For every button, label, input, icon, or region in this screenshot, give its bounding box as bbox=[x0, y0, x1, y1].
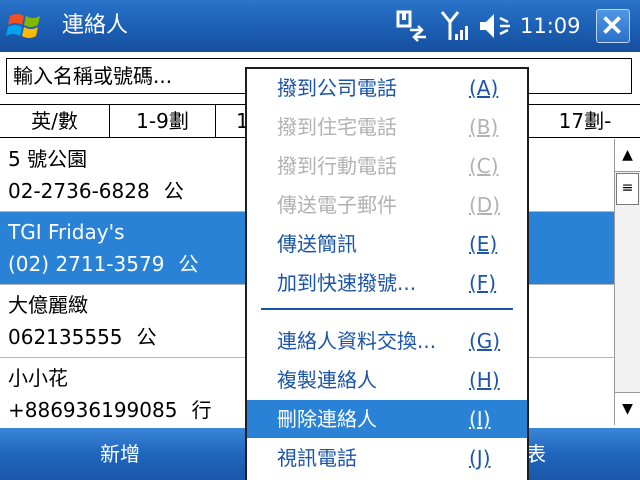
volume-icon[interactable] bbox=[478, 12, 512, 40]
windows-logo-icon[interactable] bbox=[6, 8, 46, 44]
tab-strokes-17-plus[interactable]: 17劃- bbox=[530, 105, 640, 137]
clock[interactable]: 11:09 bbox=[520, 10, 581, 42]
context-menu: 撥到公司電話 (A) 撥到住宅電話 (B) 撥到行動電話 (C) 傳送電子郵件 … bbox=[245, 67, 529, 480]
menu-item-delete-contact[interactable]: 刪除連絡人 (I) bbox=[247, 400, 527, 438]
scroll-down-button[interactable]: ▼ bbox=[615, 392, 640, 425]
scroll-thumb[interactable]: ≡ bbox=[616, 173, 639, 205]
menu-item-copy-contact[interactable]: 複製連絡人 (H) bbox=[247, 361, 527, 399]
app-title: 連絡人 bbox=[62, 13, 129, 38]
tab-alphanumeric[interactable]: 英/數 bbox=[0, 105, 110, 137]
contact-name: 大億麗緻 bbox=[8, 293, 88, 317]
menu-item-video-call[interactable]: 視訊電話 (J) bbox=[247, 439, 527, 477]
contact-phone: +886936199085 行 bbox=[8, 396, 211, 424]
close-icon bbox=[603, 16, 621, 34]
phone-number: (02) 2711-3579 bbox=[8, 252, 165, 276]
close-button[interactable] bbox=[596, 9, 630, 43]
menu-item-send-email: 傳送電子郵件 (D) bbox=[277, 193, 501, 217]
contact-name: 小小花 bbox=[8, 366, 68, 390]
phone-type: 公 bbox=[163, 179, 184, 203]
triangle-down-icon: ▼ bbox=[622, 401, 633, 417]
menu-item-call-mobile: 撥到行動電話 (C) bbox=[277, 154, 499, 178]
menu-softkey-label: 表 bbox=[526, 442, 546, 466]
sync-icon[interactable] bbox=[396, 10, 430, 42]
menu-separator bbox=[261, 308, 513, 310]
title-bar: 連絡人 11:09 bbox=[0, 0, 640, 52]
contact-name: TGI Friday's bbox=[8, 220, 125, 244]
menu-item-beam-contact[interactable]: 連絡人資料交換... (G) bbox=[247, 322, 527, 360]
grip-icon: ≡ bbox=[621, 180, 634, 196]
phone-type: 行 bbox=[191, 398, 212, 422]
menu-item-send-sms[interactable]: 傳送簡訊 (E) bbox=[247, 225, 527, 263]
phone-number: 062135555 bbox=[8, 325, 123, 349]
contact-phone: 02-2736-6828 公 bbox=[8, 177, 184, 205]
signal-icon[interactable] bbox=[440, 10, 468, 42]
menu-item-call-work[interactable]: 撥到公司電話 (A) bbox=[247, 69, 527, 107]
tab-strokes-1-9[interactable]: 1-9劃 bbox=[110, 105, 216, 137]
triangle-up-icon: ▲ bbox=[622, 147, 633, 163]
scroll-up-button[interactable]: ▲ bbox=[615, 139, 640, 172]
phone-type: 公 bbox=[178, 252, 199, 276]
contact-phone: (02) 2711-3579 公 bbox=[8, 250, 198, 278]
phone-type: 公 bbox=[136, 325, 157, 349]
contact-name: 5 號公園 bbox=[8, 147, 88, 171]
list-scrollbar[interactable]: ▲ ≡ ▼ bbox=[614, 139, 640, 425]
contact-phone: 062135555 公 bbox=[8, 323, 157, 351]
menu-item-call-home: 撥到住宅電話 (B) bbox=[277, 115, 499, 139]
phone-number: 02-2736-6828 bbox=[8, 179, 150, 203]
new-softkey[interactable]: 新增 bbox=[0, 428, 240, 480]
menu-item-add-speed-dial[interactable]: 加到快速撥號... (F) bbox=[247, 264, 527, 302]
phone-number: +886936199085 bbox=[8, 398, 178, 422]
